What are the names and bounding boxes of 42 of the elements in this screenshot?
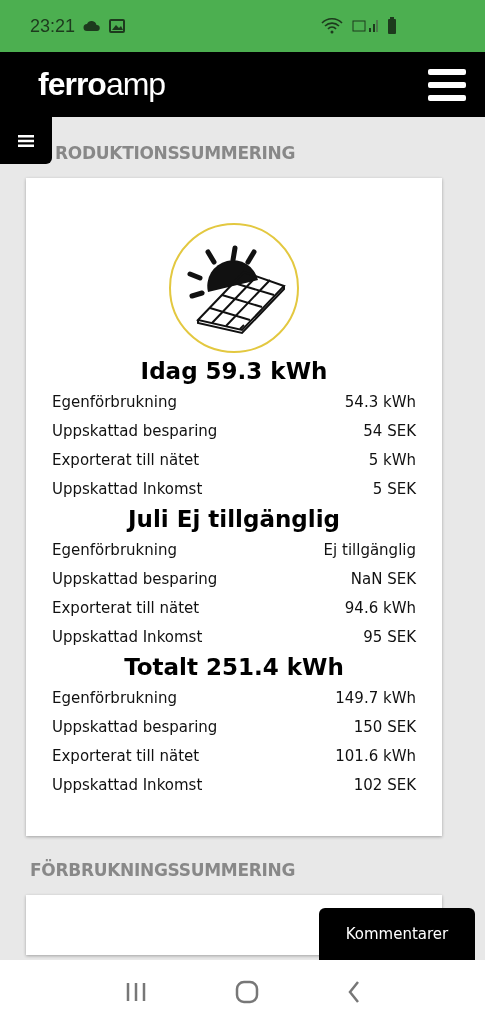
row-value: 5 SEK	[372, 479, 416, 500]
row-label: Exporterat till nätet	[52, 450, 200, 471]
home-icon[interactable]	[234, 980, 259, 1004]
row-value: 101.6 kWh	[335, 746, 416, 767]
section-heading: RODUKTIONSSUMMERING	[55, 143, 297, 163]
group-title: Idag 59.3 kWh	[139, 357, 329, 386]
group-title: Totalt 251.4 kWh	[123, 653, 345, 682]
signal-icon	[351, 18, 379, 34]
row-value: 5 kWh	[368, 450, 416, 471]
row-value: 102 SEK	[353, 775, 416, 796]
menu-icon	[18, 134, 34, 147]
row-label: Exporterat till nätet	[52, 598, 200, 619]
comments-button[interactable]: Kommentarer	[319, 908, 475, 960]
menu-icon[interactable]	[428, 68, 466, 101]
row-label: Uppskattad besparing	[52, 569, 218, 590]
row-label: Uppskattad Inkomst	[52, 627, 203, 648]
row-value: 95 SEK	[363, 627, 416, 648]
row-label: Uppskattad Inkomst	[52, 775, 203, 796]
clock: 23:21	[30, 15, 76, 37]
group-title: Juli Ej tillgänglig	[125, 505, 341, 534]
row-value: 54 SEK	[363, 421, 416, 442]
row-label: Uppskattad besparing	[52, 717, 218, 738]
row-value: 150 SEK	[353, 717, 416, 738]
section-heading: FÖRBRUKNINGSSUMMERING	[30, 860, 297, 880]
image-icon	[109, 19, 126, 33]
cloud-icon	[83, 20, 102, 32]
solar-panel-icon	[168, 222, 300, 354]
row-value: 149.7 kWh	[335, 688, 416, 709]
row-label: Uppskattad Inkomst	[52, 479, 203, 500]
row-value: NaN SEK	[350, 569, 416, 590]
row-value: 94.6 kWh	[344, 598, 416, 619]
row-value: 54.3 kWh	[344, 392, 416, 413]
row-label: Egenförbrukning	[52, 392, 177, 413]
row-value: Ej tillgänglig	[323, 540, 416, 561]
row-label: Egenförbrukning	[52, 540, 177, 561]
wifi-icon	[321, 18, 343, 34]
row-label: Exporterat till nätet	[52, 746, 200, 767]
battery-icon	[387, 17, 397, 35]
row-label: Egenförbrukning	[52, 688, 177, 709]
row-label: Uppskattad besparing	[52, 421, 218, 442]
side-menu-button[interactable]	[0, 117, 52, 164]
logo: ferroamp	[38, 66, 166, 103]
